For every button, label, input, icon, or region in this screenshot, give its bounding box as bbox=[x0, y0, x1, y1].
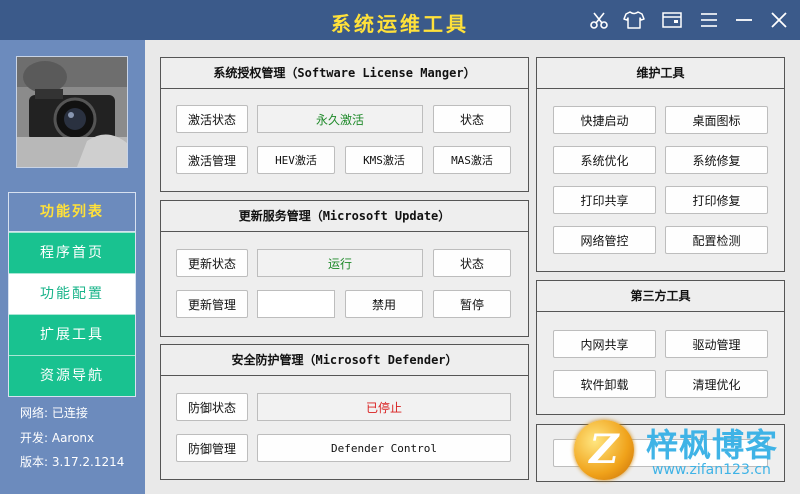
hev-activate-button[interactable]: HEV激活 bbox=[257, 146, 335, 174]
license-panel: 系统授权管理（Software License Manger） 激活状态 永久激… bbox=[160, 57, 529, 192]
print-share-button[interactable]: 打印共享 bbox=[553, 186, 656, 214]
avatar bbox=[16, 56, 128, 168]
print-repair-button[interactable]: 打印修复 bbox=[665, 186, 768, 214]
network-status: 网络: 已连接 bbox=[20, 406, 88, 420]
maintenance-panel-title: 维护工具 bbox=[537, 58, 784, 89]
minimize-icon[interactable] bbox=[732, 8, 756, 32]
menu-item-resources[interactable]: 资源导航 bbox=[9, 355, 135, 396]
defender-panel: 安全防护管理（Microsoft Defender） 防御状态 已停止 防御管理… bbox=[160, 344, 529, 480]
mas-activate-button[interactable]: MAS激活 bbox=[433, 146, 511, 174]
defender-manage-button[interactable]: 防御管理 bbox=[176, 434, 248, 462]
menu-item-home[interactable]: 程序首页 bbox=[9, 232, 135, 273]
watermark-url: www.zifan123.cn bbox=[652, 462, 771, 478]
driver-manage-button[interactable]: 驱动管理 bbox=[665, 330, 768, 358]
sidebar: 功能列表 程序首页 功能配置 扩展工具 资源导航 网络: 已连接 开发: Aar… bbox=[0, 40, 145, 494]
update-pause-button[interactable]: 暂停 bbox=[433, 290, 511, 318]
scissors-icon[interactable] bbox=[587, 8, 611, 32]
software-uninstall-button[interactable]: 软件卸载 bbox=[553, 370, 656, 398]
system-repair-button[interactable]: 系统修复 bbox=[665, 146, 768, 174]
watermark-logo: Z bbox=[574, 420, 634, 480]
update-check-button[interactable]: 状态 bbox=[433, 249, 511, 277]
update-status-value: 运行 bbox=[257, 249, 423, 277]
maintenance-panel: 维护工具 快捷启动 桌面图标 系统优化 系统修复 打印共享 打印修复 网络管控 … bbox=[536, 57, 785, 272]
menu-item-extensions[interactable]: 扩展工具 bbox=[9, 314, 135, 355]
update-manage-button[interactable]: 更新管理 bbox=[176, 290, 248, 318]
desktop-icons-button[interactable]: 桌面图标 bbox=[665, 106, 768, 134]
thirdparty-panel-title: 第三方工具 bbox=[537, 281, 784, 312]
license-check-button[interactable]: 状态 bbox=[433, 105, 511, 133]
wallet-icon[interactable] bbox=[660, 8, 684, 32]
menu-icon[interactable] bbox=[697, 8, 721, 32]
close-icon[interactable] bbox=[767, 8, 791, 32]
defender-panel-title: 安全防护管理（Microsoft Defender） bbox=[161, 345, 528, 376]
defender-status-value: 已停止 bbox=[257, 393, 511, 421]
system-optimize-button[interactable]: 系统优化 bbox=[553, 146, 656, 174]
title-bar[interactable]: 系统运维工具 bbox=[0, 0, 800, 40]
app-window: 系统运维工具 功能列表 程序首页 功能配置 扩展工具 资源导航 网络: 已连接 … bbox=[0, 0, 800, 494]
defender-control-button[interactable]: Defender Control bbox=[257, 434, 511, 462]
update-panel: 更新服务管理（Microsoft Update） 更新状态 运行 状态 更新管理… bbox=[160, 200, 529, 337]
update-disable-button[interactable]: 禁用 bbox=[345, 290, 423, 318]
quick-launch-button[interactable]: 快捷启动 bbox=[553, 106, 656, 134]
kms-activate-button[interactable]: KMS激活 bbox=[345, 146, 423, 174]
function-menu: 功能列表 程序首页 功能配置 扩展工具 资源导航 bbox=[8, 192, 136, 397]
license-status-value: 永久激活 bbox=[257, 105, 423, 133]
lan-share-button[interactable]: 内网共享 bbox=[553, 330, 656, 358]
update-status-button[interactable]: 更新状态 bbox=[176, 249, 248, 277]
license-status-button[interactable]: 激活状态 bbox=[176, 105, 248, 133]
update-blank-field bbox=[257, 290, 335, 318]
watermark-name: 梓枫博客 bbox=[646, 426, 779, 464]
defender-status-button[interactable]: 防御状态 bbox=[176, 393, 248, 421]
version-info: 版本: 3.17.2.1214 bbox=[20, 455, 125, 469]
license-manage-button[interactable]: 激活管理 bbox=[176, 146, 248, 174]
shirt-icon[interactable] bbox=[622, 8, 646, 32]
thirdparty-panel: 第三方工具 内网共享 驱动管理 软件卸载 清理优化 bbox=[536, 280, 785, 415]
menu-title: 功能列表 bbox=[9, 193, 135, 232]
cleanup-optimize-button[interactable]: 清理优化 bbox=[665, 370, 768, 398]
license-panel-title: 系统授权管理（Software License Manger） bbox=[161, 58, 528, 89]
watermark: Z 梓枫博客 www.zifan123.cn bbox=[574, 418, 800, 494]
developer-info: 开发: Aaronx bbox=[20, 431, 95, 445]
config-check-button[interactable]: 配置检测 bbox=[665, 226, 768, 254]
network-control-button[interactable]: 网络管控 bbox=[553, 226, 656, 254]
update-panel-title: 更新服务管理（Microsoft Update） bbox=[161, 201, 528, 232]
menu-item-config[interactable]: 功能配置 bbox=[9, 273, 135, 314]
